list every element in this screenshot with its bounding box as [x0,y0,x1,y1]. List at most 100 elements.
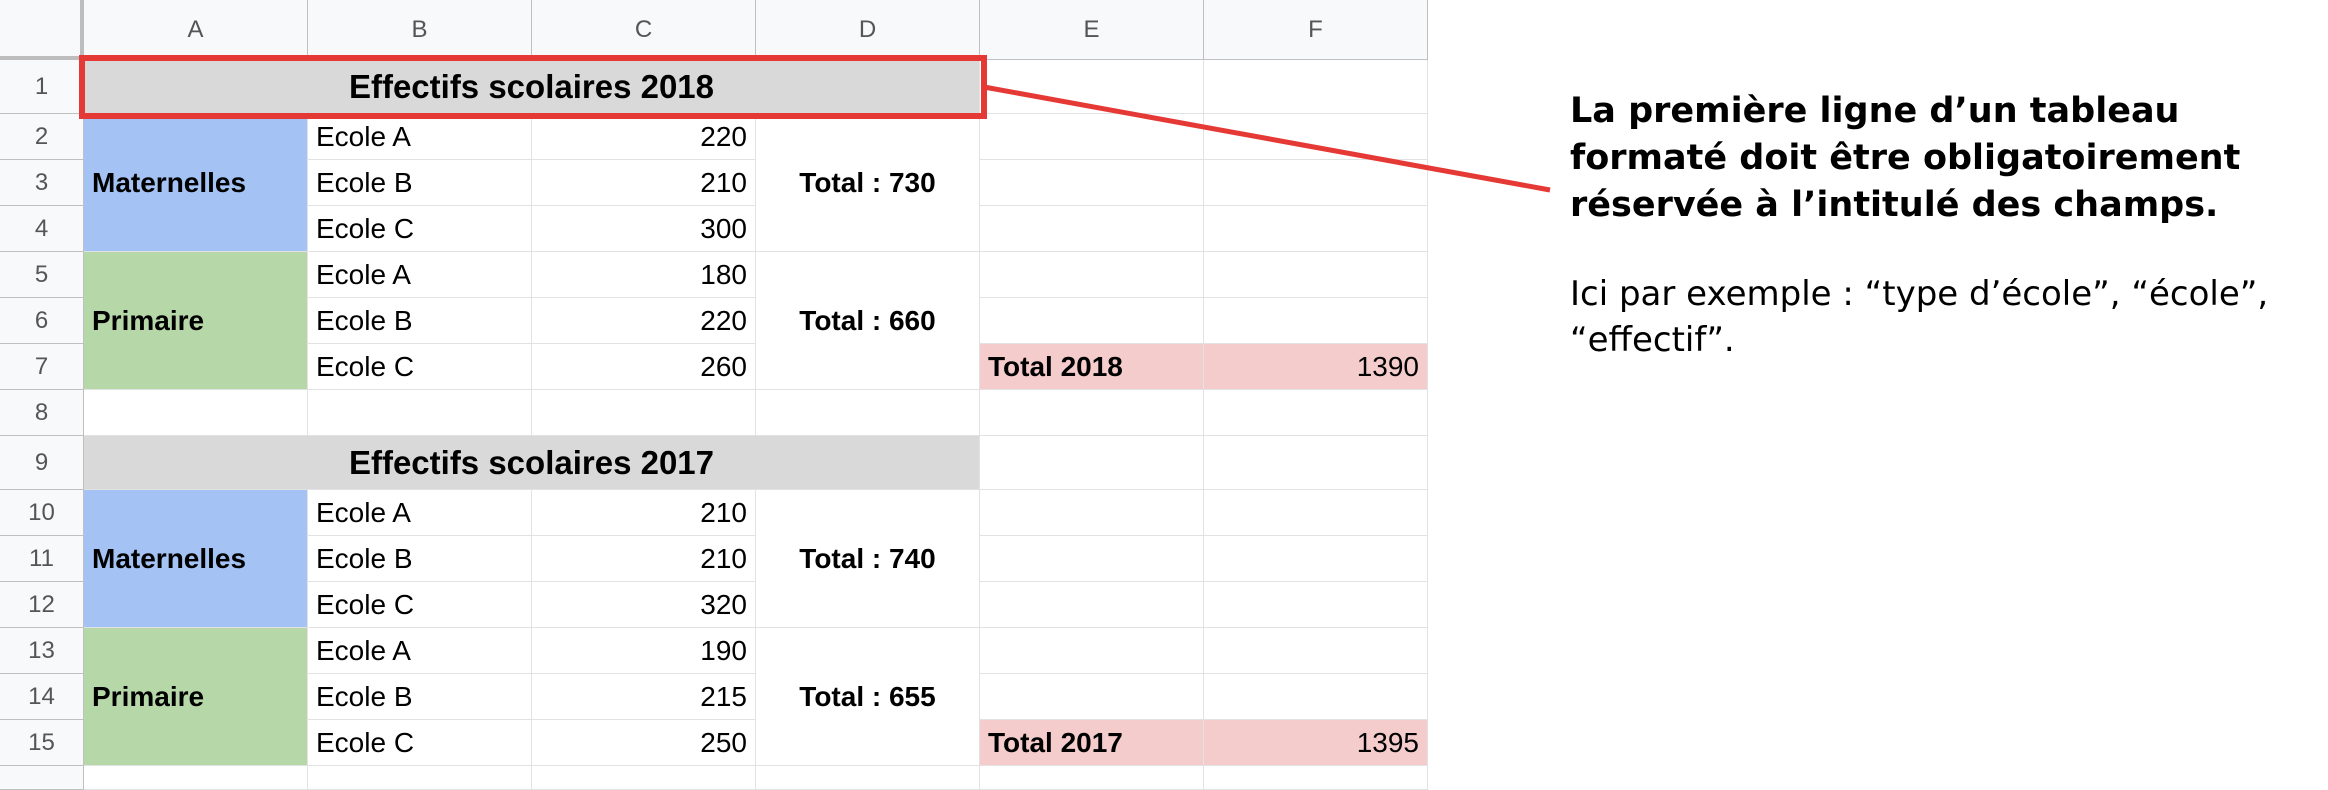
value-cell[interactable]: 210 [532,160,756,206]
cell-e5[interactable] [980,252,1204,298]
cell-e14[interactable] [980,674,1204,720]
row-header-7[interactable]: 7 [0,344,84,390]
cell-f12[interactable] [1204,582,1428,628]
value-cell[interactable]: 300 [532,206,756,252]
cell-a16[interactable] [84,766,308,790]
cell-c16[interactable] [532,766,756,790]
cell-e3[interactable] [980,160,1204,206]
cell-f16[interactable] [1204,766,1428,790]
total-maternelles-2018[interactable]: Total : 730 [756,114,980,252]
column-header-a[interactable]: A [84,0,308,60]
school-cell[interactable]: Ecole B [308,674,532,720]
select-all-corner[interactable] [0,0,84,60]
value-cell[interactable]: 215 [532,674,756,720]
cell-e12[interactable] [980,582,1204,628]
column-header-d[interactable]: D [756,0,980,60]
cell-f6[interactable] [1204,298,1428,344]
cell-e10[interactable] [980,490,1204,536]
school-cell[interactable]: Ecole B [308,298,532,344]
row-header-11[interactable]: 11 [0,536,84,582]
row-header-6[interactable]: 6 [0,298,84,344]
school-cell[interactable]: Ecole C [308,582,532,628]
school-cell[interactable]: Ecole A [308,252,532,298]
cell-f14[interactable] [1204,674,1428,720]
cell-d8[interactable] [756,390,980,436]
cell-f9[interactable] [1204,436,1428,490]
value-cell[interactable]: 250 [532,720,756,766]
grand-total-value-2017[interactable]: 1395 [1204,720,1428,766]
value-cell[interactable]: 260 [532,344,756,390]
cell-f2[interactable] [1204,114,1428,160]
school-cell[interactable]: Ecole A [308,114,532,160]
value-cell[interactable]: 210 [532,536,756,582]
row-header-9[interactable]: 9 [0,436,84,490]
row-header-15[interactable]: 15 [0,720,84,766]
school-cell[interactable]: Ecole A [308,490,532,536]
cell-e16[interactable] [980,766,1204,790]
cell-e6[interactable] [980,298,1204,344]
cell-f3[interactable] [1204,160,1428,206]
row-header-1[interactable]: 1 [0,60,84,114]
value-cell[interactable]: 320 [532,582,756,628]
category-primaire-2018[interactable]: Primaire [84,252,308,390]
value-cell[interactable]: 220 [532,114,756,160]
annotation-panel: La première ligne d’un tableau formaté d… [1570,88,2310,363]
cell-f10[interactable] [1204,490,1428,536]
row-header-8[interactable]: 8 [0,390,84,436]
grand-total-label-2018[interactable]: Total 2018 [980,344,1204,390]
grand-total-label-2017[interactable]: Total 2017 [980,720,1204,766]
cell-e11[interactable] [980,536,1204,582]
row-header-10[interactable]: 10 [0,490,84,536]
row-header-5[interactable]: 5 [0,252,84,298]
cell-d16[interactable] [756,766,980,790]
row-header-13[interactable]: 13 [0,628,84,674]
category-maternelles-2018[interactable]: Maternelles [84,114,308,252]
cell-f5[interactable] [1204,252,1428,298]
school-cell[interactable]: Ecole B [308,160,532,206]
cell-e4[interactable] [980,206,1204,252]
category-maternelles-2017[interactable]: Maternelles [84,490,308,628]
row-header-16[interactable] [0,766,84,790]
cell-f13[interactable] [1204,628,1428,674]
title-2018[interactable]: Effectifs scolaires 2018 [84,60,980,114]
column-header-f[interactable]: F [1204,0,1428,60]
cell-b8[interactable] [308,390,532,436]
row-header-12[interactable]: 12 [0,582,84,628]
school-cell[interactable]: Ecole B [308,536,532,582]
column-header-c[interactable]: C [532,0,756,60]
school-cell[interactable]: Ecole C [308,720,532,766]
row-header-2[interactable]: 2 [0,114,84,160]
school-cell[interactable]: Ecole C [308,344,532,390]
row-header-3[interactable]: 3 [0,160,84,206]
cell-f11[interactable] [1204,536,1428,582]
category-primaire-2017[interactable]: Primaire [84,628,308,766]
cell-e2-e6[interactable] [980,114,1204,160]
cell-f8[interactable] [1204,390,1428,436]
cell-c8[interactable] [532,390,756,436]
row-header-4[interactable]: 4 [0,206,84,252]
annotation-example-text: Ici par exemple : “type d’école”, “école… [1570,274,2269,360]
column-header-b[interactable]: B [308,0,532,60]
cell-e8[interactable] [980,390,1204,436]
column-header-e[interactable]: E [980,0,1204,60]
title-2017[interactable]: Effectifs scolaires 2017 [84,436,980,490]
cell-b16[interactable] [308,766,532,790]
total-maternelles-2017[interactable]: Total : 740 [756,490,980,628]
cell-e1[interactable] [980,60,1204,114]
cell-e9[interactable] [980,436,1204,490]
cell-a8[interactable] [84,390,308,436]
grand-total-value-2018[interactable]: 1390 [1204,344,1428,390]
spreadsheet-grid: A B C D E F 1 2 3 4 5 6 7 8 9 10 11 12 1… [0,0,1442,790]
row-header-14[interactable]: 14 [0,674,84,720]
total-primaire-2017[interactable]: Total : 655 [756,628,980,766]
total-primaire-2018[interactable]: Total : 660 [756,252,980,390]
value-cell[interactable]: 190 [532,628,756,674]
school-cell[interactable]: Ecole C [308,206,532,252]
cell-f1[interactable] [1204,60,1428,114]
school-cell[interactable]: Ecole A [308,628,532,674]
value-cell[interactable]: 180 [532,252,756,298]
value-cell[interactable]: 210 [532,490,756,536]
value-cell[interactable]: 220 [532,298,756,344]
cell-f4[interactable] [1204,206,1428,252]
cell-e13[interactable] [980,628,1204,674]
